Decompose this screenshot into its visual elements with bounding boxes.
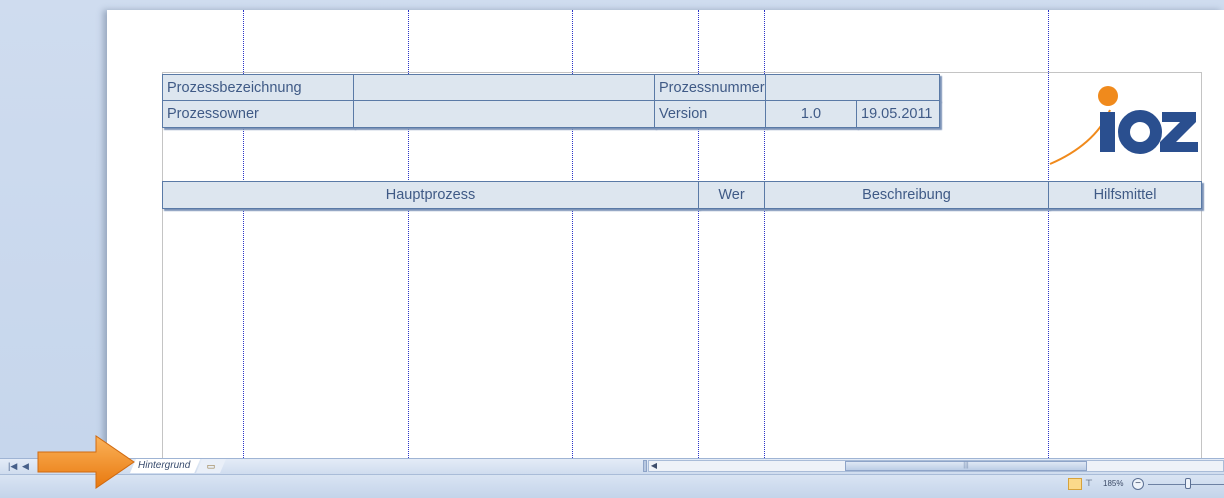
full-screen-view-icon[interactable]: ⊤ xyxy=(1085,478,1099,490)
first-page-button[interactable]: |◀ xyxy=(8,461,17,472)
tab-split-handle[interactable] xyxy=(643,460,647,472)
value-process-name[interactable] xyxy=(353,74,655,101)
label-version[interactable]: Version xyxy=(654,100,766,128)
horizontal-scrollbar[interactable]: ◀ ||| xyxy=(648,460,1224,472)
zoom-out-icon[interactable]: − xyxy=(1132,478,1144,490)
previous-page-button[interactable]: ◀ xyxy=(22,461,29,472)
status-bar: ⊤ 185% − xyxy=(0,474,1224,498)
label-process-number[interactable]: Prozessnummer xyxy=(654,74,766,101)
ioz-logo xyxy=(1049,86,1198,165)
column-header-main-process[interactable]: Hauptprozess xyxy=(162,181,699,209)
scroll-left-arrow-icon[interactable]: ◀ xyxy=(649,461,659,471)
page-margin-frame xyxy=(162,72,1202,458)
logo-letter-z xyxy=(1160,112,1198,152)
value-date[interactable]: 19.05.2011 xyxy=(856,100,940,128)
label-process-name[interactable]: Prozessbezeichnung xyxy=(162,74,354,101)
label-process-owner[interactable]: Prozessowner xyxy=(162,100,354,128)
column-header-description[interactable]: Beschreibung xyxy=(764,181,1049,209)
annotation-arrow-icon xyxy=(37,435,135,489)
logo-dot xyxy=(1098,86,1118,106)
value-process-owner[interactable] xyxy=(353,100,655,128)
page-view-icon[interactable] xyxy=(1068,478,1082,490)
column-header-tools[interactable]: Hilfsmittel xyxy=(1048,181,1202,209)
horizontal-scroll-thumb[interactable]: ||| xyxy=(845,461,1087,471)
zoom-level[interactable]: 185% xyxy=(1103,479,1123,488)
logo-letter-o xyxy=(1118,110,1162,154)
value-process-number[interactable] xyxy=(765,74,940,101)
column-header-who[interactable]: Wer xyxy=(698,181,765,209)
zoom-slider-thumb[interactable] xyxy=(1185,478,1191,489)
value-version[interactable]: 1.0 xyxy=(765,100,857,128)
sheet-tab-hintergrund[interactable]: Hintergrund xyxy=(130,459,200,473)
logo-letter-i xyxy=(1100,112,1115,152)
